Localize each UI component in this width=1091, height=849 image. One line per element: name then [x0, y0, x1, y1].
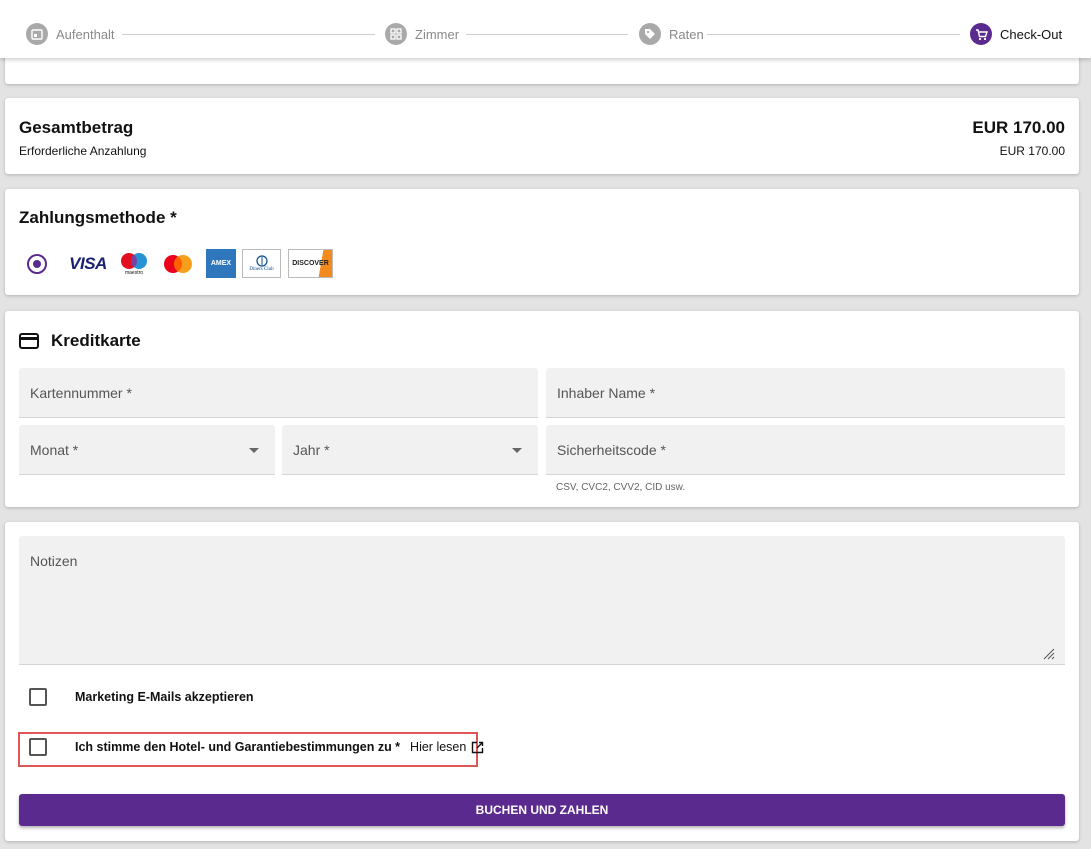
- resize-grip-icon[interactable]: [1041, 646, 1055, 660]
- security-code-field[interactable]: Sicherheitscode *: [546, 425, 1065, 475]
- credit-card-header: Kreditkarte: [19, 331, 141, 351]
- book-and-pay-button[interactable]: BUCHEN UND ZAHLEN: [19, 794, 1065, 826]
- security-code-hint: CSV, CVC2, CVV2, CID usw.: [556, 482, 686, 493]
- step-label: Raten: [669, 26, 704, 42]
- deposit-label: Erforderliche Anzahlung: [19, 144, 147, 158]
- step-check-out[interactable]: Check-Out: [970, 23, 1062, 45]
- terms-checkbox[interactable]: [29, 738, 47, 756]
- step-connector: [707, 34, 960, 35]
- marketing-label: Marketing E-Mails akzeptieren: [75, 690, 254, 704]
- month-label: Monat *: [30, 442, 79, 458]
- holder-name-field[interactable]: Inhaber Name *: [546, 368, 1065, 418]
- payment-method-card: Zahlungsmethode * VISA maestro AMEX Dine…: [5, 189, 1079, 295]
- step-connector: [122, 34, 375, 35]
- chevron-down-icon: [249, 448, 259, 453]
- notes-label: Notizen: [30, 553, 78, 569]
- credit-card-title: Kreditkarte: [51, 331, 141, 350]
- step-label: Zimmer: [415, 26, 460, 42]
- visa-logo: VISA: [69, 253, 107, 273]
- card-number-label: Kartennummer *: [30, 385, 132, 401]
- payment-method-radio[interactable]: [27, 254, 47, 274]
- marketing-row: Marketing E-Mails akzeptieren: [19, 688, 254, 706]
- credit-card-card: Kreditkarte Kartennummer * Inhaber Name …: [5, 311, 1079, 507]
- grid-icon: [385, 23, 407, 45]
- step-raten[interactable]: Raten: [639, 23, 704, 45]
- total-card: Gesamtbetrag Erforderliche Anzahlung EUR…: [5, 98, 1079, 174]
- mastercard-logo: [161, 249, 195, 278]
- terms-link[interactable]: Hier lesen: [410, 740, 484, 754]
- year-select[interactable]: Jahr *: [282, 425, 538, 475]
- step-zimmer[interactable]: Zimmer: [385, 23, 459, 45]
- terms-row: Ich stimme den Hotel- und Garantiebestim…: [19, 738, 484, 756]
- checkout-stepper: Aufenthalt Zimmer Raten Check-Out: [0, 0, 1091, 58]
- tag-icon: [639, 23, 661, 45]
- step-label: Aufenthalt: [56, 26, 115, 42]
- external-link-icon: [472, 741, 484, 753]
- year-label: Jahr *: [293, 442, 330, 458]
- total-amount: EUR 170.00: [972, 118, 1065, 137]
- notes-card: Notizen Marketing E-Mails akzeptieren Ic…: [5, 522, 1079, 841]
- total-title: Gesamtbetrag: [19, 118, 134, 137]
- step-label: Check-Out: [1000, 26, 1063, 42]
- holder-name-label: Inhaber Name *: [557, 385, 656, 401]
- diners-club-logo: Diners Club: [242, 249, 281, 278]
- terms-link-label: Hier lesen: [410, 740, 467, 754]
- card-number-field[interactable]: Kartennummer *: [19, 368, 538, 418]
- amex-logo: AMEX: [206, 249, 236, 278]
- discover-logo: DISCOVER: [288, 249, 333, 278]
- step-aufenthalt[interactable]: Aufenthalt: [26, 23, 115, 45]
- marketing-checkbox[interactable]: [29, 688, 47, 706]
- credit-card-icon: [19, 333, 39, 349]
- security-code-label: Sicherheitscode *: [557, 442, 666, 458]
- notes-textarea[interactable]: Notizen: [19, 536, 1065, 665]
- month-select[interactable]: Monat *: [19, 425, 275, 475]
- maestro-logo: maestro: [118, 249, 150, 278]
- deposit-amount: EUR 170.00: [999, 144, 1065, 158]
- chevron-down-icon: [512, 448, 522, 453]
- calendar-icon: [26, 23, 48, 45]
- step-connector: [466, 34, 628, 35]
- terms-label: Ich stimme den Hotel- und Garantiebestim…: [75, 740, 401, 754]
- payment-method-title: Zahlungsmethode *: [19, 208, 177, 227]
- cart-icon: [970, 23, 992, 45]
